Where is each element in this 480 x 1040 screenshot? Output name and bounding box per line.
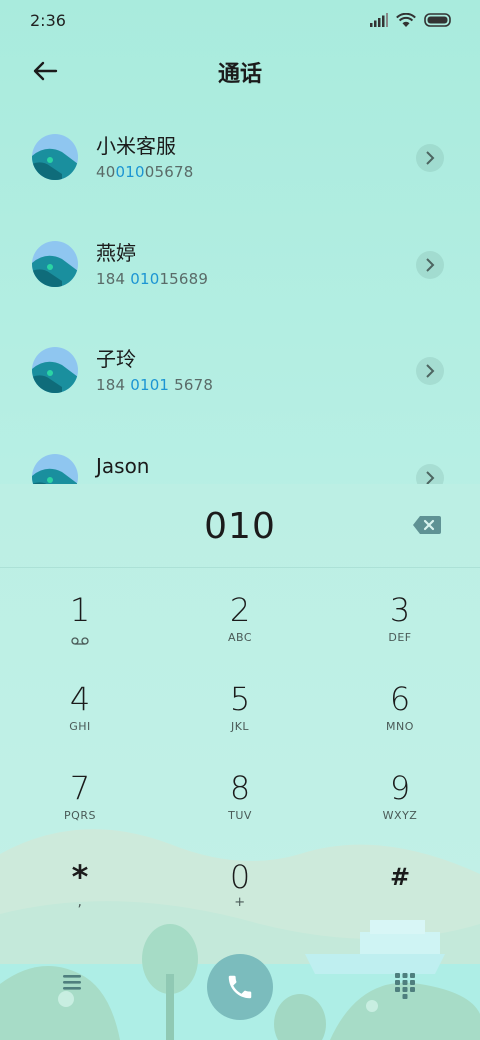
dialed-number: 010	[204, 506, 276, 547]
phone-icon	[228, 975, 252, 999]
contact-item[interactable]: 燕婷 184 01015689	[0, 211, 480, 318]
chevron-right-icon	[426, 257, 435, 272]
chevron-right-icon	[426, 151, 435, 165]
contact-detail-button[interactable]	[416, 144, 444, 172]
keypad-toggle-button[interactable]	[394, 972, 422, 1002]
key-3[interactable]: 3 DEF	[340, 590, 460, 670]
menu-icon	[63, 975, 81, 990]
contact-text: 子玲 184 0101 5678	[96, 347, 213, 395]
contact-detail-button[interactable]	[416, 357, 444, 385]
contact-number: 184 0101 5678	[96, 376, 214, 394]
status-icons	[370, 12, 452, 28]
contact-number: 4001005678	[96, 163, 194, 181]
contact-name: 燕婷	[96, 240, 136, 265]
avatar	[32, 240, 78, 287]
bottom-action-bar	[0, 954, 480, 1024]
key-7[interactable]: 7 PQRS	[20, 768, 140, 848]
contact-detail-button[interactable]	[416, 250, 444, 279]
contact-text: Jason	[96, 454, 150, 482]
chevron-right-icon	[426, 364, 435, 378]
contact-name: Jason	[96, 453, 150, 478]
key-star[interactable]: * ,	[20, 857, 140, 937]
chevron-right-icon	[426, 470, 435, 485]
key-0[interactable]: 0 +	[180, 857, 300, 937]
contact-name: 子玲	[96, 347, 136, 371]
contact-list: 小米客服 4001005678 燕婷 184 01015689 子玲 184 0…	[0, 104, 480, 530]
page-title: 通话	[217, 62, 262, 87]
avatar	[32, 134, 78, 180]
contact-name: 小米客服	[96, 134, 176, 158]
contact-text: 燕婷 184 01015689	[96, 241, 208, 289]
contact-item[interactable]: 小米客服 4001005678	[0, 104, 480, 211]
key-4[interactable]: 4 GHI	[20, 679, 140, 759]
key-5[interactable]: 5 JKL	[180, 679, 300, 759]
avatar	[32, 347, 78, 393]
keypad-icon	[395, 973, 415, 999]
contact-number: 184 01015689	[96, 269, 209, 288]
dial-input-row: 010	[0, 484, 480, 568]
status-time: 2:36	[30, 10, 66, 30]
backspace-icon	[413, 516, 441, 534]
key-8[interactable]: 8 TUV	[180, 768, 300, 848]
key-hash[interactable]: #	[340, 857, 460, 937]
key-9[interactable]: 9 WXYZ	[340, 768, 460, 848]
backspace-button[interactable]	[412, 514, 442, 536]
key-2[interactable]: 2 ABC	[180, 590, 300, 670]
battery-icon	[424, 13, 451, 27]
contact-item[interactable]: 子玲 184 0101 5678	[0, 317, 480, 424]
signal-icon	[370, 13, 388, 27]
status-bar: 2:36	[0, 0, 480, 40]
voicemail-icon	[71, 637, 89, 645]
key-6[interactable]: 6 MNO	[340, 679, 460, 759]
call-button[interactable]	[207, 954, 273, 1020]
menu-button[interactable]	[60, 972, 88, 1000]
wifi-icon	[396, 12, 416, 27]
header: 通话	[0, 44, 480, 96]
contact-text: 小米客服 4001005678	[96, 134, 193, 182]
key-1[interactable]: 1	[20, 590, 140, 670]
